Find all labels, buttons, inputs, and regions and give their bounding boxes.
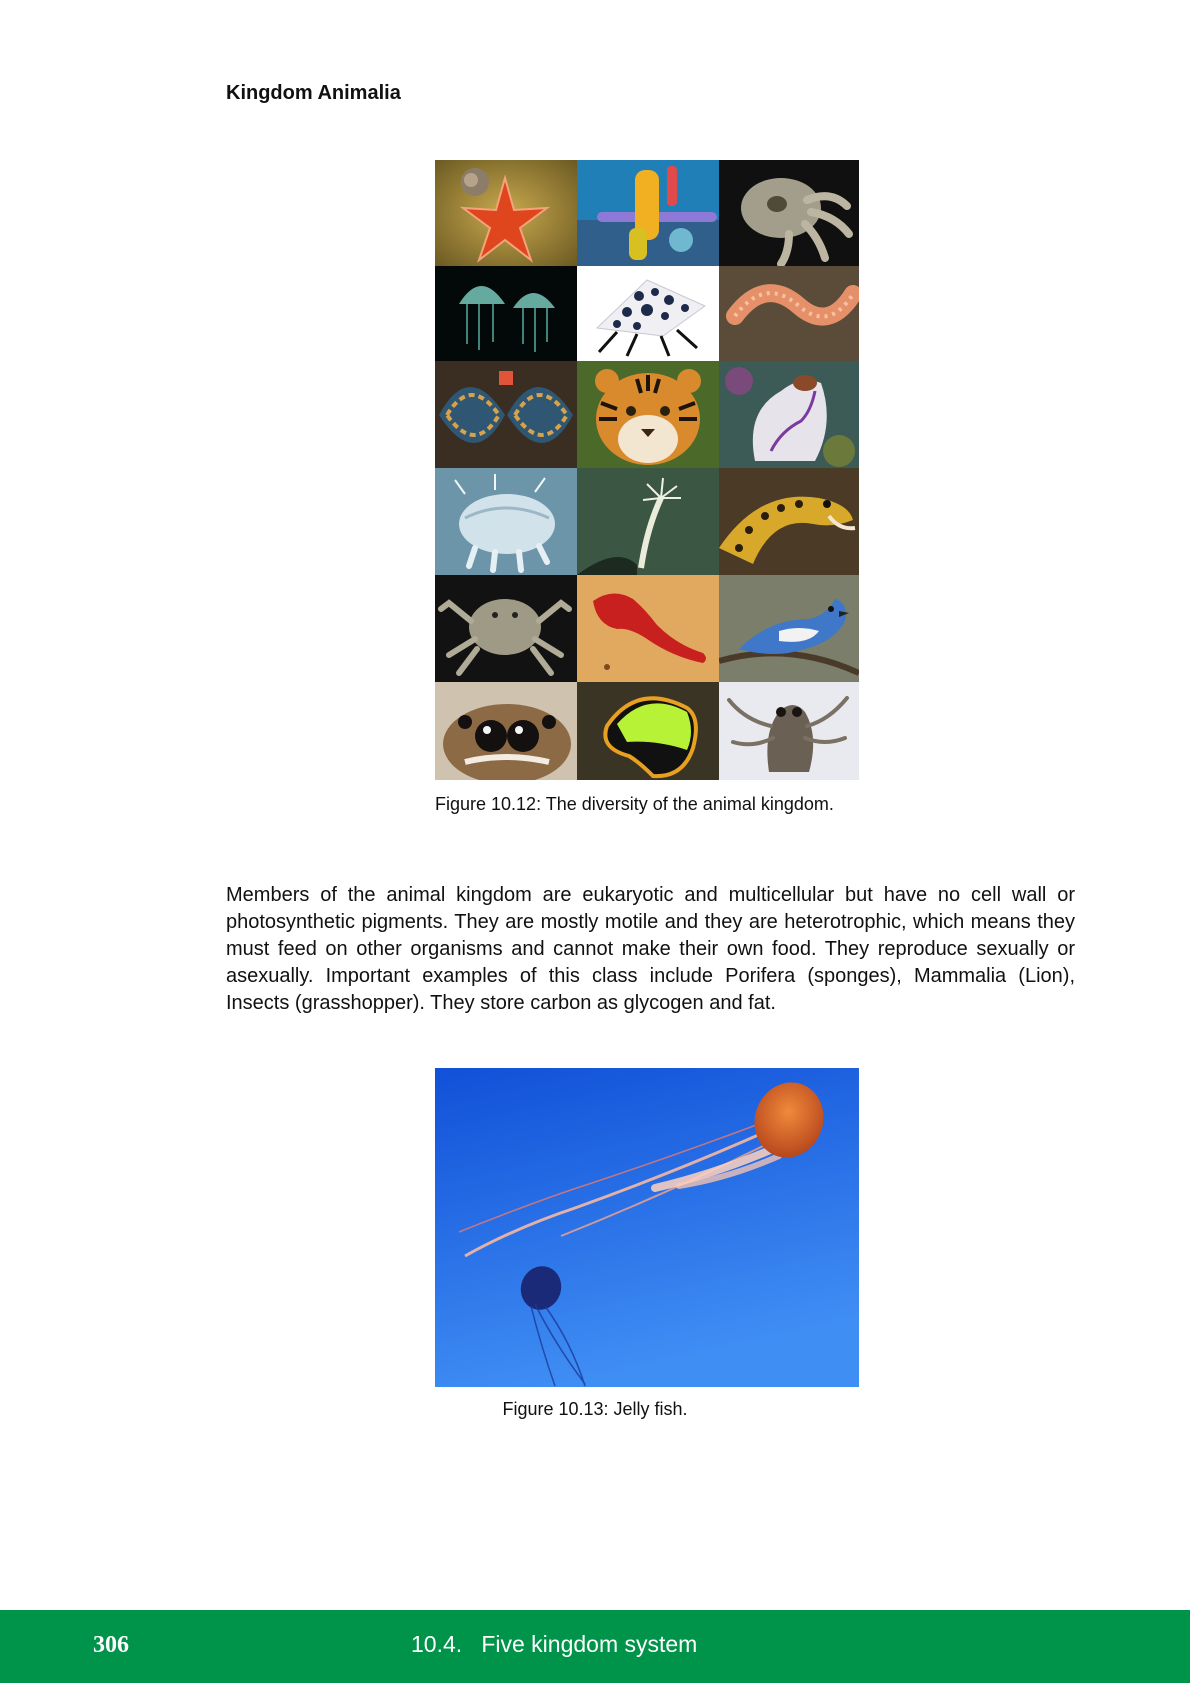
bristle-worm-photo: [719, 266, 859, 361]
textbook-page: Kingdom Animalia Figure 10.12: The diver…: [0, 0, 1190, 1683]
figure-caption-jellyfish: Figure 10.13: Jelly fish.: [502, 1399, 688, 1419]
moray-eel-photo: [719, 468, 859, 575]
jellyfish-photo: [435, 1068, 859, 1387]
spotted-moth-photo: [577, 266, 719, 361]
cuttlefish-photo: [719, 160, 859, 266]
figure-caption-diversity: Figure 10.12: The diversity of the anima…: [435, 794, 834, 814]
giant-clam-photo: [435, 361, 577, 468]
body-paragraph: Members of the animal kingdom are eukary…: [226, 884, 1075, 1014]
tiger-photo: [577, 361, 719, 468]
jellyfish-pair-photo: [435, 266, 577, 361]
running-head-section: 10.4. Five kingdom system: [411, 1631, 698, 1657]
crab-photo: [435, 575, 577, 682]
jumping-spider-photo: [435, 682, 577, 780]
red-flatworm-photo: [577, 575, 719, 682]
section-heading: Kingdom Animalia: [226, 82, 401, 104]
ghost-cephalopod-photo: [719, 682, 859, 780]
animal-diversity-collage: [435, 160, 859, 780]
page-footer: 306 10.4. Five kingdom system: [0, 1610, 1190, 1683]
sea-squirt-photo: [719, 361, 859, 468]
blue-jay-photo: [719, 575, 859, 682]
tardigrade-photo: [435, 468, 577, 575]
starfish-photo: [435, 160, 577, 266]
green-flatworm-photo: [577, 682, 719, 780]
tube-sponge-photo: [577, 160, 719, 266]
hydroid-photo: [577, 468, 719, 575]
page-number: 306: [93, 1632, 129, 1658]
